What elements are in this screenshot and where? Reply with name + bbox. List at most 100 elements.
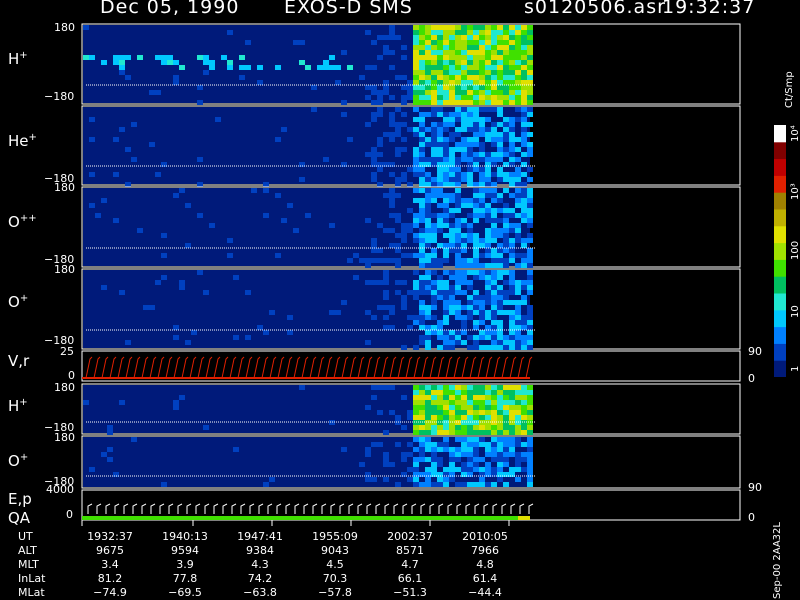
spectrogram-cell: [227, 253, 233, 258]
spectrogram-cell: [455, 415, 461, 420]
spectrogram-cell: [437, 95, 443, 100]
spectrogram-cell: [443, 320, 449, 325]
spectrogram-cell: [431, 142, 437, 147]
spectrogram-cell: [455, 100, 461, 105]
row-label-alt: ALT: [18, 544, 37, 557]
spectrogram-cell: [359, 75, 365, 80]
spectrogram-cell: [287, 203, 293, 208]
spectrogram-cell: [413, 60, 419, 65]
spectrogram-cell: [461, 45, 467, 50]
spectrogram-cell: [377, 55, 383, 60]
spectrogram-cell: [389, 172, 395, 177]
spectrogram-cell: [443, 80, 449, 85]
spectrogram-cell: [467, 437, 473, 442]
spectrogram-cell: [425, 405, 431, 410]
spectrogram-cell: [485, 45, 491, 50]
spectrogram-cell: [419, 218, 425, 223]
spectrogram-cell: [527, 112, 533, 117]
spectrogram-cell: [467, 315, 473, 320]
spectrogram-cell: [473, 437, 479, 442]
spectrogram-cell: [389, 325, 395, 330]
spectrogram-cell: [425, 310, 431, 315]
spectrogram-cell: [173, 60, 179, 65]
spectrogram-cell: [419, 208, 425, 213]
spectrogram-cell: [389, 310, 395, 315]
spectrogram-cell: [413, 100, 419, 105]
spectrogram-cell: [473, 390, 479, 395]
spectrogram-cell: [419, 290, 425, 295]
spectrogram-cell: [527, 203, 533, 208]
spectrogram-cell: [485, 442, 491, 447]
spectrogram-cell: [473, 405, 479, 410]
spectrogram-cell: [401, 253, 407, 258]
spectrogram-cell: [431, 132, 437, 137]
spectrogram-cell: [395, 75, 401, 80]
spectrogram-cell: [497, 122, 503, 127]
spectrogram-cell: [443, 300, 449, 305]
spectrogram-cell: [479, 152, 485, 157]
spectrogram-cell: [467, 122, 473, 127]
spectrogram-cell: [431, 325, 437, 330]
spectrogram-cell: [479, 188, 485, 193]
spectrogram-cell: [443, 295, 449, 300]
spectrogram-cell: [113, 55, 119, 60]
spectrogram-cell: [521, 400, 527, 405]
spectrogram-cell: [491, 208, 497, 213]
spectrogram-cell: [443, 223, 449, 228]
spectrogram-cell: [455, 142, 461, 147]
spectrogram-cell: [443, 335, 449, 340]
spectrogram-cell: [431, 35, 437, 40]
spectrogram-cell: [497, 410, 503, 415]
spectrogram-cell: [497, 55, 503, 60]
spectrogram-cell: [437, 263, 443, 268]
spectrogram-cell: [473, 45, 479, 50]
spectrogram-cell: [479, 310, 485, 315]
spectrogram-cell: [521, 35, 527, 40]
spectrogram-cell: [341, 447, 347, 452]
spectrogram-cell: [503, 390, 509, 395]
spectrogram-cell: [107, 457, 113, 462]
spectrogram-cell: [275, 193, 281, 198]
spectrogram-cell: [371, 477, 377, 482]
spectrogram-cell: [467, 442, 473, 447]
spectrogram-cell: [407, 253, 413, 258]
spectrogram-cell: [509, 223, 515, 228]
spectrogram-cell: [467, 60, 473, 65]
spectrogram-cell: [419, 117, 425, 122]
spectrogram-cell: [497, 335, 503, 340]
spectrogram-cell: [407, 315, 413, 320]
spectrogram-cell: [461, 172, 467, 177]
spectrogram-cell: [467, 263, 473, 268]
spectrogram-cell: [461, 90, 467, 95]
spectrogram-cell: [425, 45, 431, 50]
spectrogram-cell: [509, 400, 515, 405]
spectrogram-cell: [425, 233, 431, 238]
spectrogram-cell: [461, 330, 467, 335]
spectrogram-cell: [443, 400, 449, 405]
spectrogram-cell: [527, 152, 533, 157]
spectrogram-cell: [425, 430, 431, 435]
spectrogram-cell: [461, 325, 467, 330]
spectrogram-cell: [443, 75, 449, 80]
spectrogram-cell: [197, 213, 203, 218]
spectrogram-cell: [527, 45, 533, 50]
spectrogram-cell: [527, 100, 533, 105]
spectrogram-cell: [503, 85, 509, 90]
spectrogram-cell: [503, 437, 509, 442]
spectrogram-cell: [521, 132, 527, 137]
spectrogram-cell: [461, 405, 467, 410]
spectrogram-cell: [515, 70, 521, 75]
spectrogram-cell: [431, 198, 437, 203]
spectrogram-cell: [527, 70, 533, 75]
spectrogram-cell: [443, 193, 449, 198]
spectrogram-cell: [461, 50, 467, 55]
spectrogram-cell: [473, 50, 479, 55]
spectrogram-cell: [479, 127, 485, 132]
spectrogram-cell: [437, 152, 443, 157]
spectrogram-cell: [371, 157, 377, 162]
spectrogram-cell: [371, 177, 377, 182]
spectrogram-cell: [419, 340, 425, 345]
spectrogram-cell: [437, 182, 443, 187]
colorbar-swatch: [774, 158, 786, 176]
spectrogram-cell: [473, 85, 479, 90]
